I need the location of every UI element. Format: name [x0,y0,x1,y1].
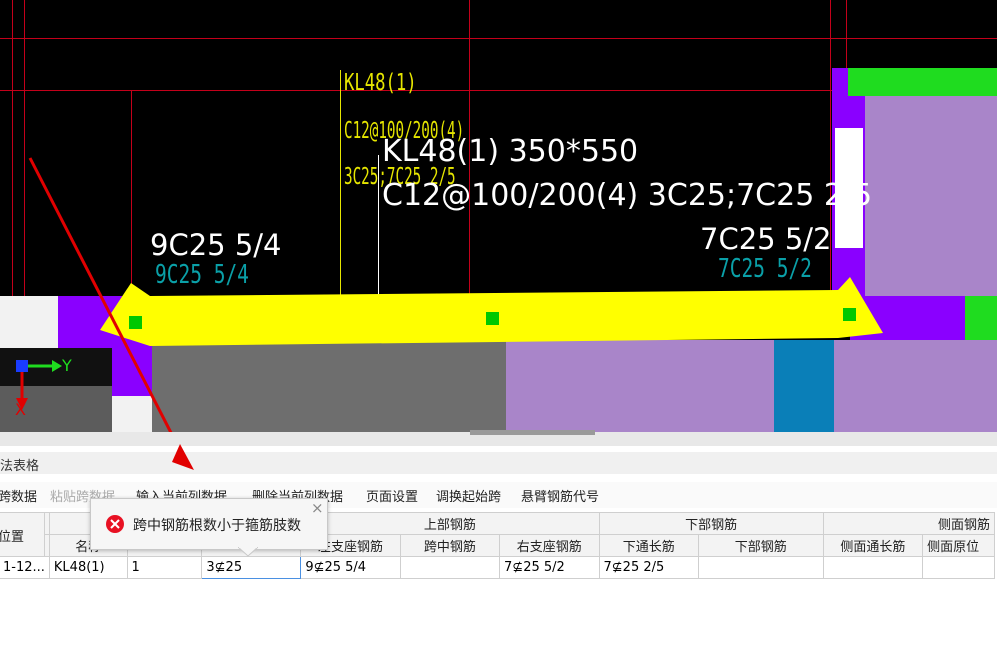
cell-mid-span[interactable] [399,556,501,579]
beam-name-small: KL48(1) [344,70,417,96]
col-header-position-text: 位置 [0,530,25,545]
cell-span[interactable]: 1 [126,556,203,579]
col-header-right-support: 右支座钢筋 [499,534,600,557]
close-icon[interactable]: × [311,499,324,517]
right-support-label: 7C25 5/2 [700,222,832,256]
toolbar-cantilever-code[interactable]: 悬臂钢筋代号 [521,486,599,505]
left-support-label: 9C25 5/4 [150,228,282,262]
selected-beam[interactable] [0,0,997,432]
cell-name[interactable]: KL48(1) [48,556,128,579]
beam-grip [486,312,499,325]
beam-label-line2: C12@100/200(4) 3C25;7C25 2/5 [382,178,873,213]
toolbar-swap-start-span[interactable]: 调换起始跨 [436,486,501,505]
cell-side-local[interactable] [922,556,995,579]
error-message: 跨中钢筋根数小于箍筋肢数 [133,518,301,534]
group-header-side-bars: 侧面钢筋 [822,512,996,535]
beam-label-line1: KL48(1) 350*550 [382,134,639,169]
cell-position[interactable]: 1-12... [0,556,50,579]
col-header-bottom-bars: 下部钢筋 [697,534,824,557]
beam-grip [129,316,142,329]
cell-left-support[interactable]: 9⊈25 5/4 [300,556,401,579]
panel-title-bar: 法表格 [0,452,997,474]
error-tooltip: 跨中钢筋根数小于箍筋肢数 × [90,498,328,550]
ucs-axis-icon [16,360,62,410]
cell-right-support[interactable]: 7⊈25 5/2 [499,556,600,579]
axis-x-label: X [15,400,26,419]
tooltip-pointer [238,547,258,557]
col-header-bottom-through: 下通长筋 [598,534,699,557]
cell-top-through[interactable]: 3⊈25 [201,556,302,579]
left-support-label-cyan: 9C25 5/4 [155,260,249,290]
cell-bottom-bars[interactable] [697,556,824,579]
splitter-handle[interactable] [470,430,595,435]
cad-canvas[interactable]: KL48(1) C12@100/200(4) 3C25;7C25 2/5 KL4… [0,0,997,432]
col-header-mid-span: 跨中钢筋 [399,534,501,557]
panel-title: 法表格 [0,459,40,474]
group-header-top-bars: 上部钢筋 [300,512,600,535]
arrow-head-icon [172,444,194,470]
axis-y-label: Y [62,356,72,375]
cell-side-through[interactable] [822,556,924,579]
table-row[interactable]: 1-12... KL48(1) 1 3⊈25 9⊈25 5/4 7⊈25 5/2… [0,556,995,579]
toolbar-span-data[interactable]: 跨数据 [0,486,37,505]
col-header-side-through: 侧面通长筋 [822,534,924,557]
right-support-label-cyan: 7C25 5/2 [718,254,812,284]
group-header-bottom-bars: 下部钢筋 [598,512,824,535]
col-header-side-local: 侧面原位 [922,534,995,557]
beam-grip [843,308,856,321]
toolbar-page-setup[interactable]: 页面设置 [366,486,418,505]
error-icon [106,515,124,533]
cell-bottom-through[interactable]: 7⊈25 2/5 [598,556,699,579]
